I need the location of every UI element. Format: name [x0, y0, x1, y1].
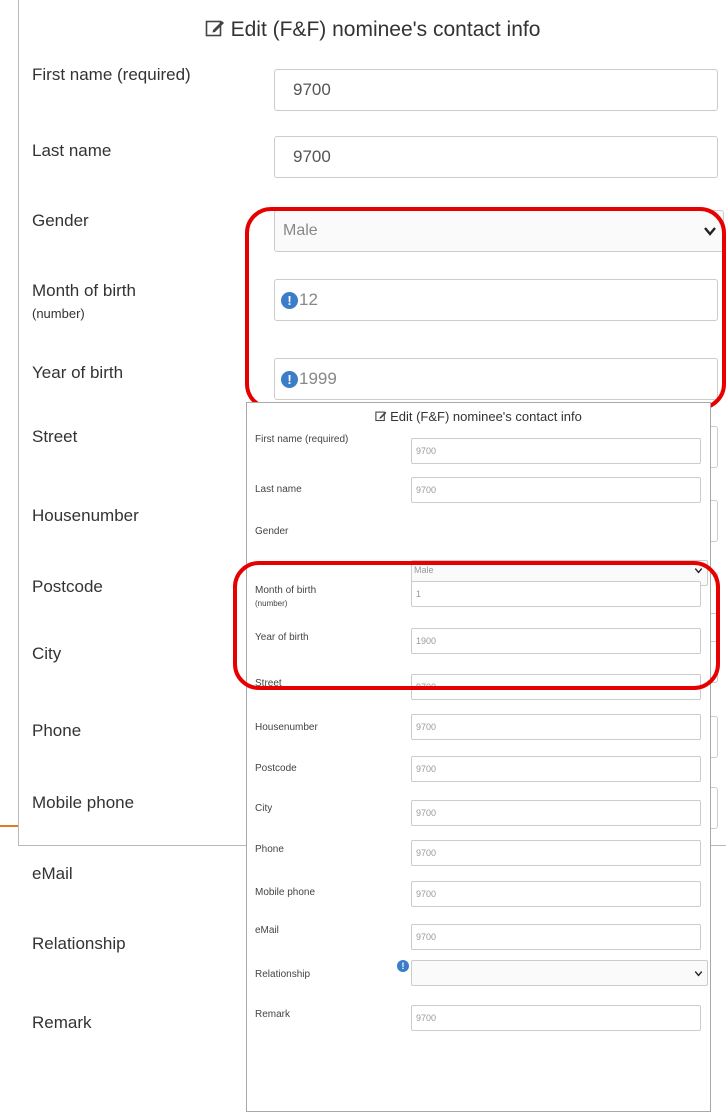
orange-connector-line [0, 825, 18, 827]
year-of-birth-label: Year of birth [255, 632, 309, 643]
mobile-phone-label: Mobile phone [255, 887, 316, 898]
year-of-birth-label: Year of birth [32, 363, 124, 382]
chevron-down-icon [704, 227, 716, 236]
relationship-label: Relationship [32, 934, 126, 953]
edit-icon [375, 411, 387, 422]
chevron-down-icon [694, 971, 703, 977]
last-name-input[interactable]: 9700 [411, 477, 701, 503]
info-icon: ! [397, 960, 409, 972]
housenumber-input[interactable]: 9700 [411, 714, 701, 740]
month-of-birth-label-text: Month of birth [255, 585, 317, 596]
first-name-label: First name (required) [255, 434, 349, 445]
small-form-title: Edit (F&F) nominee's contact info [247, 409, 710, 429]
gender-label: Gender [255, 526, 289, 537]
month-of-birth-label-sub: (number) [32, 306, 85, 321]
chevron-down-icon [694, 568, 703, 574]
phone-input[interactable]: 9700 [411, 840, 701, 866]
postcode-label: Postcode [255, 763, 297, 774]
gender-select[interactable]: Male [410, 558, 707, 584]
year-of-birth-value: 1999 [299, 369, 337, 388]
city-input[interactable]: 9700 [411, 800, 701, 826]
month-of-birth-value: 12 [299, 290, 318, 309]
month-of-birth-input[interactable]: ! 12 [274, 279, 718, 321]
postcode-input[interactable]: 9700 [411, 756, 701, 782]
year-of-birth-input[interactable]: 1900 [411, 628, 701, 654]
relationship-label: Relationship [255, 969, 311, 980]
gender-select[interactable]: Male [274, 210, 724, 252]
last-name-label: Last name [32, 141, 112, 160]
mobile-phone-label: Mobile phone [32, 793, 135, 812]
form-title-text: Edit (F&F) nominee's contact info [230, 18, 541, 41]
mobile-phone-input[interactable]: 9700 [411, 881, 701, 907]
month-of-birth-label: Month of birth (number) [32, 280, 136, 325]
edit-icon [205, 20, 224, 37]
edit-contact-form-small: Edit (F&F) nominee's contact info First … [246, 402, 711, 1112]
form-title: Edit (F&F) nominee's contact info [19, 18, 726, 52]
info-icon: ! [281, 292, 298, 310]
housenumber-label: Housenumber [255, 722, 318, 733]
city-label: City [32, 644, 62, 663]
street-label: Street [32, 427, 78, 446]
gender-selected-value: Male [414, 565, 434, 575]
email-label: eMail [32, 864, 73, 883]
month-of-birth-label: Month of birth (number) [255, 584, 316, 610]
phone-label: Phone [255, 844, 284, 855]
street-label: Street [255, 678, 282, 689]
remark-input[interactable]: 9700 [411, 1005, 701, 1031]
year-of-birth-input[interactable]: ! 1999 [274, 358, 718, 400]
remark-label: Remark [255, 1009, 291, 1020]
housenumber-label: Housenumber [32, 506, 139, 525]
last-name-label: Last name [255, 484, 302, 495]
first-name-input[interactable]: 9700 [411, 438, 701, 464]
postcode-label: Postcode [32, 577, 103, 596]
relationship-select[interactable] [411, 960, 708, 986]
gender-label: Gender [32, 211, 89, 230]
first-name-label: First name (required) [32, 65, 191, 84]
phone-label: Phone [32, 721, 82, 740]
gender-selected-value: Male [283, 222, 318, 239]
month-of-birth-label-text: Month of birth [32, 281, 136, 300]
street-input[interactable]: 9700 [411, 674, 701, 700]
month-of-birth-label-sub: (number) [255, 599, 288, 608]
email-label: eMail [255, 925, 279, 936]
remark-label: Remark [32, 1013, 92, 1032]
small-form-title-text: Edit (F&F) nominee's contact info [390, 409, 582, 424]
email-input[interactable]: 9700 [411, 924, 701, 950]
month-of-birth-input[interactable]: 1 [411, 581, 701, 607]
city-label: City [255, 803, 273, 814]
first-name-input[interactable]: 9700 [274, 69, 718, 111]
last-name-input[interactable]: 9700 [274, 136, 718, 178]
info-icon: ! [281, 371, 298, 389]
